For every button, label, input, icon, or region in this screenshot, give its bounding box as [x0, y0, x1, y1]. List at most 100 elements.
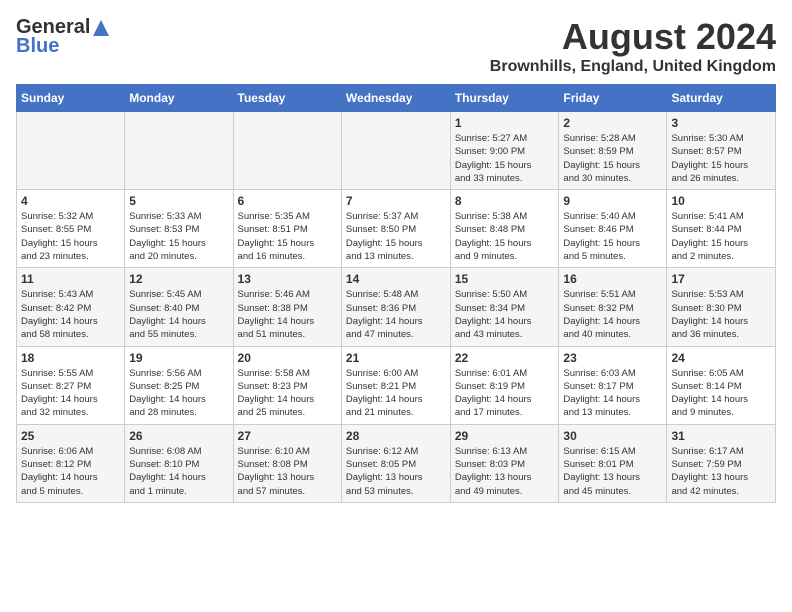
day-number: 4 — [21, 194, 120, 208]
calendar-cell: 11Sunrise: 5:43 AM Sunset: 8:42 PM Dayli… — [17, 268, 125, 346]
day-number: 16 — [563, 272, 662, 286]
cell-content: Sunrise: 6:08 AM Sunset: 8:10 PM Dayligh… — [129, 445, 228, 498]
cell-content: Sunrise: 5:28 AM Sunset: 8:59 PM Dayligh… — [563, 132, 662, 185]
day-number: 25 — [21, 429, 120, 443]
cell-content: Sunrise: 5:37 AM Sunset: 8:50 PM Dayligh… — [346, 210, 446, 263]
cell-content: Sunrise: 6:13 AM Sunset: 8:03 PM Dayligh… — [455, 445, 555, 498]
cell-content: Sunrise: 5:53 AM Sunset: 8:30 PM Dayligh… — [671, 288, 771, 341]
cell-content: Sunrise: 5:46 AM Sunset: 8:38 PM Dayligh… — [238, 288, 337, 341]
calendar-cell: 23 Sunrise: 6:03 AM Sunset: 8:17 PM Dayli… — [559, 346, 667, 424]
day-number: 22 — [455, 351, 555, 365]
header-day-saturday: Saturday — [667, 85, 776, 112]
cell-content: Sunrise: 5:56 AM Sunset: 8:25 PM Dayligh… — [129, 367, 228, 420]
cell-content: Sunrise: 6:05 AM Sunset: 8:14 PM Dayligh… — [671, 367, 771, 420]
day-number: 27 — [238, 429, 337, 443]
day-number: 13 — [238, 272, 337, 286]
day-number: 7 — [346, 194, 446, 208]
calendar-cell: 22 Sunrise: 6:01 AM Sunset: 8:19 PM Dayli… — [450, 346, 559, 424]
day-number: 18 — [21, 351, 120, 365]
calendar-cell: 9 Sunrise: 5:40 AM Sunset: 8:46 PM Daylig… — [559, 190, 667, 268]
header-day-tuesday: Tuesday — [233, 85, 341, 112]
cell-content: Sunrise: 6:03 AM Sunset: 8:17 PM Dayligh… — [563, 367, 662, 420]
cell-content: Sunrise: 6:10 AM Sunset: 8:08 PM Dayligh… — [238, 445, 337, 498]
day-number: 29 — [455, 429, 555, 443]
day-number: 31 — [671, 429, 771, 443]
header-day-thursday: Thursday — [450, 85, 559, 112]
calendar-cell: 15 Sunrise: 5:50 AM Sunset: 8:34 PM Dayli… — [450, 268, 559, 346]
calendar-week-row: 11Sunrise: 5:43 AM Sunset: 8:42 PM Dayli… — [17, 268, 776, 346]
day-number: 26 — [129, 429, 228, 443]
cell-content: Sunrise: 6:17 AM Sunset: 7:59 PM Dayligh… — [671, 445, 771, 498]
cell-content: Sunrise: 5:40 AM Sunset: 8:46 PM Dayligh… — [563, 210, 662, 263]
day-number: 2 — [563, 116, 662, 130]
calendar-week-row: 25 Sunrise: 6:06 AM Sunset: 8:12 PM Dayli… — [17, 424, 776, 502]
calendar-cell: 1 Sunrise: 5:27 AM Sunset: 9:00 PM Daylig… — [450, 112, 559, 190]
day-number: 12 — [129, 272, 228, 286]
calendar-week-row: 1 Sunrise: 5:27 AM Sunset: 9:00 PM Daylig… — [17, 112, 776, 190]
calendar-cell: 2 Sunrise: 5:28 AM Sunset: 8:59 PM Daylig… — [559, 112, 667, 190]
day-number: 23 — [563, 351, 662, 365]
day-number: 9 — [563, 194, 662, 208]
calendar-cell: 6Sunrise: 5:35 AM Sunset: 8:51 PM Daylig… — [233, 190, 341, 268]
calendar-cell: 27 Sunrise: 6:10 AM Sunset: 8:08 PM Dayli… — [233, 424, 341, 502]
header-day-monday: Monday — [125, 85, 233, 112]
day-number: 20 — [238, 351, 337, 365]
cell-content: Sunrise: 5:55 AM Sunset: 8:27 PM Dayligh… — [21, 367, 120, 420]
day-number: 17 — [671, 272, 771, 286]
calendar-cell: 16Sunrise: 5:51 AM Sunset: 8:32 PM Dayli… — [559, 268, 667, 346]
calendar-cell: 10Sunrise: 5:41 AM Sunset: 8:44 PM Dayli… — [667, 190, 776, 268]
calendar-cell: 12Sunrise: 5:45 AM Sunset: 8:40 PM Dayli… — [125, 268, 233, 346]
cell-content: Sunrise: 5:38 AM Sunset: 8:48 PM Dayligh… — [455, 210, 555, 263]
day-number: 11 — [21, 272, 120, 286]
calendar-cell — [233, 112, 341, 190]
cell-content: Sunrise: 6:06 AM Sunset: 8:12 PM Dayligh… — [21, 445, 120, 498]
day-number: 10 — [671, 194, 771, 208]
calendar-table: SundayMondayTuesdayWednesdayThursdayFrid… — [16, 84, 776, 503]
cell-content: Sunrise: 6:01 AM Sunset: 8:19 PM Dayligh… — [455, 367, 555, 420]
calendar-cell: 29 Sunrise: 6:13 AM Sunset: 8:03 PM Dayli… — [450, 424, 559, 502]
cell-content: Sunrise: 5:35 AM Sunset: 8:51 PM Dayligh… — [238, 210, 337, 263]
calendar-cell — [341, 112, 450, 190]
cell-content: Sunrise: 5:32 AM Sunset: 8:55 PM Dayligh… — [21, 210, 120, 263]
header-day-friday: Friday — [559, 85, 667, 112]
day-number: 3 — [671, 116, 771, 130]
day-number: 30 — [563, 429, 662, 443]
cell-content: Sunrise: 5:27 AM Sunset: 9:00 PM Dayligh… — [455, 132, 555, 185]
calendar-week-row: 4 Sunrise: 5:32 AM Sunset: 8:55 PM Daylig… — [17, 190, 776, 268]
calendar-cell: 20 Sunrise: 5:58 AM Sunset: 8:23 PM Dayli… — [233, 346, 341, 424]
header-day-wednesday: Wednesday — [341, 85, 450, 112]
calendar-cell: 19 Sunrise: 5:56 AM Sunset: 8:25 PM Dayli… — [125, 346, 233, 424]
cell-content: Sunrise: 6:12 AM Sunset: 8:05 PM Dayligh… — [346, 445, 446, 498]
calendar-cell: 13 Sunrise: 5:46 AM Sunset: 8:38 PM Dayli… — [233, 268, 341, 346]
day-number: 19 — [129, 351, 228, 365]
month-year-title: August 2024 — [490, 16, 776, 58]
calendar-cell: 28Sunrise: 6:12 AM Sunset: 8:05 PM Dayli… — [341, 424, 450, 502]
logo: General Blue — [16, 16, 112, 58]
day-number: 15 — [455, 272, 555, 286]
title-section: August 2024 Brownhills, England, United … — [490, 16, 776, 76]
calendar-cell: 17 Sunrise: 5:53 AM Sunset: 8:30 PM Dayli… — [667, 268, 776, 346]
cell-content: Sunrise: 5:58 AM Sunset: 8:23 PM Dayligh… — [238, 367, 337, 420]
day-number: 14 — [346, 272, 446, 286]
calendar-cell — [17, 112, 125, 190]
cell-content: Sunrise: 6:00 AM Sunset: 8:21 PM Dayligh… — [346, 367, 446, 420]
calendar-cell: 31 Sunrise: 6:17 AM Sunset: 7:59 PM Dayli… — [667, 424, 776, 502]
day-number: 1 — [455, 116, 555, 130]
cell-content: Sunrise: 5:48 AM Sunset: 8:36 PM Dayligh… — [346, 288, 446, 341]
day-number: 24 — [671, 351, 771, 365]
calendar-cell: 24 Sunrise: 6:05 AM Sunset: 8:14 PM Dayli… — [667, 346, 776, 424]
cell-content: Sunrise: 6:15 AM Sunset: 8:01 PM Dayligh… — [563, 445, 662, 498]
cell-content: Sunrise: 5:33 AM Sunset: 8:53 PM Dayligh… — [129, 210, 228, 263]
day-number: 5 — [129, 194, 228, 208]
calendar-cell: 26 Sunrise: 6:08 AM Sunset: 8:10 PM Dayli… — [125, 424, 233, 502]
header-day-sunday: Sunday — [17, 85, 125, 112]
calendar-cell: 8Sunrise: 5:38 AM Sunset: 8:48 PM Daylig… — [450, 190, 559, 268]
calendar-cell: 14 Sunrise: 5:48 AM Sunset: 8:36 PM Dayli… — [341, 268, 450, 346]
calendar-cell: 21Sunrise: 6:00 AM Sunset: 8:21 PM Dayli… — [341, 346, 450, 424]
calendar-cell: 25 Sunrise: 6:06 AM Sunset: 8:12 PM Dayli… — [17, 424, 125, 502]
cell-content: Sunrise: 5:50 AM Sunset: 8:34 PM Dayligh… — [455, 288, 555, 341]
calendar-header-row: SundayMondayTuesdayWednesdayThursdayFrid… — [17, 85, 776, 112]
calendar-cell: 30 Sunrise: 6:15 AM Sunset: 8:01 PM Dayli… — [559, 424, 667, 502]
calendar-cell: 18 Sunrise: 5:55 AM Sunset: 8:27 PM Dayli… — [17, 346, 125, 424]
calendar-cell: 4 Sunrise: 5:32 AM Sunset: 8:55 PM Daylig… — [17, 190, 125, 268]
